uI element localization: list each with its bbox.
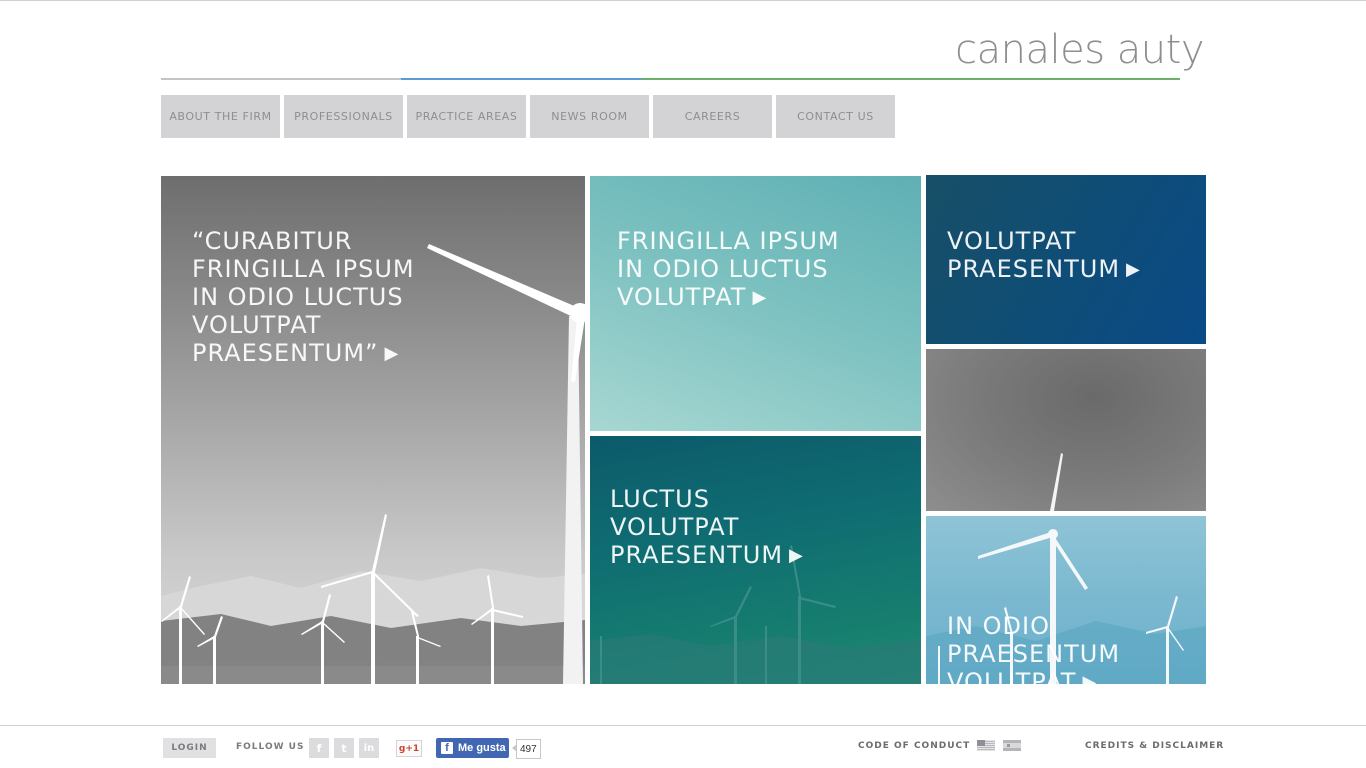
facebook-like-count: 497 (512, 739, 541, 759)
arrow-right-icon: ▶ (752, 287, 768, 308)
footer: LOGIN FOLLOW US f t in g+1 f Me gusta 49… (0, 726, 1366, 768)
nav-practice-areas[interactable]: PRACTICE AREAS (407, 95, 526, 138)
nav-news-room[interactable]: NEWS ROOM (530, 95, 649, 138)
tile-navy-headline[interactable]: VOLUTPAT PRAESENTUM ▶ (947, 199, 1141, 284)
facebook-like-label: Me gusta (458, 742, 506, 754)
feature-tile-teal[interactable]: LUCTUS VOLUTPAT PRAESENTUM ▶ (590, 436, 921, 684)
feature-tile-aqua[interactable]: FRINGILLA IPSUM IN ODIO LUCTUS VOLUTPAT ▶ (590, 176, 921, 431)
code-of-conduct-link[interactable]: CODE OF CONDUCT (858, 741, 970, 751)
arrow-right-icon: ▶ (384, 343, 400, 364)
feature-tile-gray[interactable] (926, 349, 1206, 511)
tile-main-text: “CURABITUR FRINGILLA IPSUM IN ODIO LUCTU… (192, 227, 415, 367)
facebook-logo-icon: f (441, 742, 453, 754)
us-flag-icon[interactable] (977, 740, 995, 751)
nav-careers[interactable]: CAREERS (653, 95, 772, 138)
tile-navy-text: VOLUTPAT PRAESENTUM (947, 227, 1121, 283)
header-rule (161, 78, 1180, 80)
login-button[interactable]: LOGIN (163, 738, 216, 758)
arrow-right-icon: ▶ (1126, 259, 1141, 280)
nav-about-the-firm[interactable]: ABOUT THE FIRM (161, 95, 280, 138)
nav-contact-us[interactable]: CONTACT US (776, 95, 895, 138)
tile-aqua-text: FRINGILLA IPSUM IN ODIO LUCTUS VOLUTPAT (617, 227, 840, 311)
feature-tile-main[interactable]: “CURABITUR FRINGILLA IPSUM IN ODIO LUCTU… (161, 176, 585, 684)
tile-main-headline[interactable]: “CURABITUR FRINGILLA IPSUM IN ODIO LUCTU… (192, 199, 415, 368)
tile-aqua-headline[interactable]: FRINGILLA IPSUM IN ODIO LUCTUS VOLUTPAT ▶ (617, 199, 840, 312)
facebook-like-button[interactable]: f Me gusta (436, 738, 509, 758)
site-logo[interactable]: canales auty (955, 30, 1204, 70)
tile-teal-text: LUCTUS VOLUTPAT PRAESENTUM (610, 485, 784, 569)
tile-teal-headline[interactable]: LUCTUS VOLUTPAT PRAESENTUM ▶ (610, 457, 804, 570)
header-rule-gray (161, 78, 401, 80)
feature-tile-sky[interactable]: IN ODIO PRAESENTUM VOLUTPAT ▶ (926, 516, 1206, 684)
arrow-right-icon: ▶ (789, 545, 804, 566)
feature-tile-navy[interactable]: VOLUTPAT PRAESENTUM ▶ (926, 175, 1206, 344)
windmill-sky-image (1050, 453, 1063, 511)
follow-us-label: FOLLOW US (236, 742, 305, 752)
linkedin-icon[interactable]: in (359, 738, 379, 758)
arrow-right-icon: ▶ (1082, 672, 1098, 684)
spain-flag-icon[interactable] (1003, 740, 1021, 751)
twitter-icon[interactable]: t (334, 738, 354, 758)
top-border (0, 0, 1366, 1)
nav-professionals[interactable]: PROFESSIONALS (284, 95, 403, 138)
credits-disclaimer-link[interactable]: CREDITS & DISCLAIMER (1085, 741, 1224, 751)
tile-sky-headline[interactable]: IN ODIO PRAESENTUM VOLUTPAT ▶ (947, 584, 1120, 684)
facebook-icon[interactable]: f (309, 738, 329, 758)
header-rule-green (641, 78, 1180, 80)
google-plus-button[interactable]: g+1 (396, 740, 422, 757)
header-rule-blue (401, 78, 641, 80)
